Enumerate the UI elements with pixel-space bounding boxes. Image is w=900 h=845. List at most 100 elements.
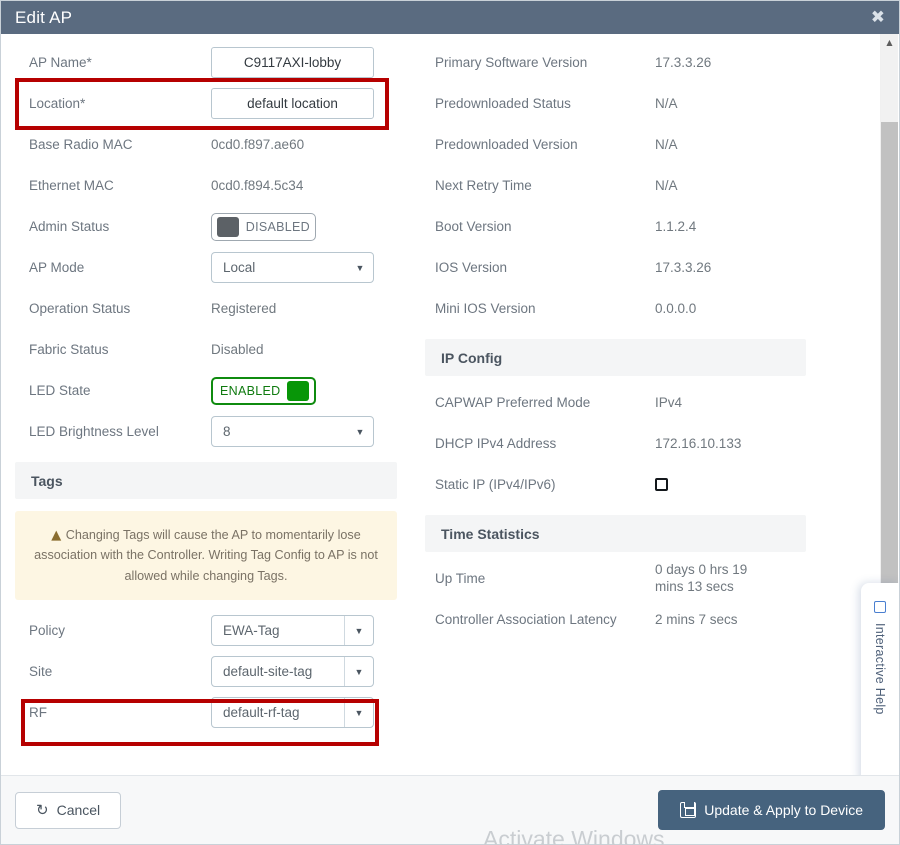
cancel-button[interactable]: ↻ Cancel bbox=[15, 791, 122, 829]
capwap-preferred-mode-value: IPv4 bbox=[655, 395, 683, 410]
field-ap-name: AP Name* bbox=[1, 42, 411, 83]
fabric-status-value: Disabled bbox=[211, 342, 264, 357]
rf-select[interactable]: default-rf-tag ▼ bbox=[211, 697, 374, 729]
toggle-knob-icon bbox=[217, 216, 239, 237]
field-capwap-preferred-mode: CAPWAP Preferred Mode IPv4 bbox=[411, 382, 866, 423]
field-boot-version: Boot Version 1.1.2.4 bbox=[411, 206, 866, 247]
boot-version-label: Boot Version bbox=[435, 219, 512, 234]
rf-label: RF bbox=[29, 705, 47, 721]
predownloaded-version-label: Predownloaded Version bbox=[435, 137, 578, 152]
operation-status-value: Registered bbox=[211, 301, 277, 316]
cancel-button-label: Cancel bbox=[56, 802, 101, 818]
location-label: Location* bbox=[29, 96, 86, 111]
led-state-label: LED State bbox=[29, 383, 91, 398]
field-next-retry-time: Next Retry Time N/A bbox=[411, 165, 866, 206]
admin-status-label: Admin Status bbox=[29, 219, 110, 234]
section-time-statistics: Time Statistics bbox=[425, 515, 806, 552]
primary-software-version-value: 17.3.3.26 bbox=[655, 55, 712, 70]
chevron-down-icon: ▼ bbox=[344, 698, 373, 728]
led-brightness-value: 8 bbox=[223, 424, 231, 439]
base-radio-mac-value: 0cd0.f897.ae60 bbox=[211, 137, 305, 152]
led-state-value: ENABLED bbox=[220, 383, 281, 398]
ap-name-input[interactable] bbox=[211, 47, 374, 78]
interactive-help-tab[interactable]: Interactive Help bbox=[861, 583, 899, 775]
field-site: Site default-site-tag ▼ bbox=[1, 651, 411, 692]
field-primary-software-version: Primary Software Version 17.3.3.26 bbox=[411, 42, 866, 83]
field-static-ip: Static IP (IPv4/IPv6) bbox=[411, 464, 866, 505]
policy-label: Policy bbox=[29, 623, 66, 639]
field-predownloaded-version: Predownloaded Version N/A bbox=[411, 124, 866, 165]
ap-mode-value: Local bbox=[223, 260, 256, 275]
scroll-up-icon[interactable]: ▲ bbox=[881, 34, 898, 51]
ios-version-label: IOS Version bbox=[435, 260, 508, 275]
modal-header: Edit AP ✖ bbox=[1, 1, 899, 34]
chevron-down-icon: ▼ bbox=[355, 426, 365, 437]
base-radio-mac-label: Base Radio MAC bbox=[29, 137, 133, 152]
predownloaded-status-label: Predownloaded Status bbox=[435, 96, 571, 111]
field-led-brightness: LED Brightness Level 8 ▼ bbox=[1, 411, 411, 452]
tags-section-title: Tags bbox=[31, 472, 63, 489]
primary-software-version-label: Primary Software Version bbox=[435, 55, 588, 70]
close-icon[interactable]: ✖ bbox=[871, 9, 885, 26]
boot-version-value: 1.1.2.4 bbox=[655, 219, 697, 234]
toggle-knob-icon bbox=[287, 380, 309, 401]
ethernet-mac-value: 0cd0.f894.5c34 bbox=[211, 178, 304, 193]
field-fabric-status: Fabric Status Disabled bbox=[1, 329, 411, 370]
field-base-radio-mac: Base Radio MAC 0cd0.f897.ae60 bbox=[1, 124, 411, 165]
field-ios-version: IOS Version 17.3.3.26 bbox=[411, 247, 866, 288]
site-value: default-site-tag bbox=[223, 664, 313, 680]
chevron-down-icon: ▼ bbox=[344, 616, 373, 646]
static-ip-checkbox[interactable] bbox=[655, 478, 668, 491]
field-ethernet-mac: Ethernet MAC 0cd0.f894.5c34 bbox=[1, 165, 411, 206]
left-column: AP Name* Location* Base Radio MAC 0cd0.f… bbox=[1, 34, 411, 775]
field-predownloaded-status: Predownloaded Status N/A bbox=[411, 83, 866, 124]
ap-mode-select[interactable]: Local ▼ bbox=[211, 252, 374, 283]
admin-status-value: DISABLED bbox=[245, 219, 310, 234]
admin-status-toggle[interactable]: DISABLED bbox=[211, 212, 316, 241]
mini-ios-version-label: Mini IOS Version bbox=[435, 301, 536, 316]
ios-version-value: 17.3.3.26 bbox=[655, 260, 712, 275]
predownloaded-version-value: N/A bbox=[655, 137, 678, 152]
controller-association-latency-label: Controller Association Latency bbox=[435, 612, 617, 627]
site-select[interactable]: default-site-tag ▼ bbox=[211, 656, 374, 688]
controller-association-latency-value: 2 mins 7 secs bbox=[655, 612, 738, 627]
ip-config-section-title: IP Config bbox=[441, 349, 503, 366]
policy-select[interactable]: EWA-Tag ▼ bbox=[211, 615, 374, 647]
section-ip-config: IP Config bbox=[425, 339, 806, 376]
up-time-label: Up Time bbox=[435, 571, 486, 586]
static-ip-label: Static IP (IPv4/IPv6) bbox=[435, 477, 556, 492]
led-state-toggle[interactable]: ENABLED bbox=[211, 376, 316, 405]
led-brightness-select[interactable]: 8 ▼ bbox=[211, 416, 374, 447]
ap-name-label: AP Name* bbox=[29, 55, 92, 70]
help-square-icon bbox=[874, 601, 886, 613]
location-input[interactable] bbox=[211, 88, 374, 119]
update-apply-button[interactable]: Update & Apply to Device bbox=[658, 790, 885, 830]
field-policy: Policy EWA-Tag ▼ bbox=[1, 610, 411, 651]
update-apply-button-label: Update & Apply to Device bbox=[704, 802, 863, 818]
undo-icon: ↻ bbox=[36, 801, 49, 819]
modal-footer: ↻ Cancel Activate Windows Go to System i… bbox=[1, 776, 899, 845]
field-mini-ios-version: Mini IOS Version 0.0.0.0 bbox=[411, 288, 866, 329]
next-retry-time-value: N/A bbox=[655, 178, 678, 193]
field-dhcp-ipv4-address: DHCP IPv4 Address 172.16.10.133 bbox=[411, 423, 866, 464]
chevron-down-icon: ▼ bbox=[355, 262, 365, 273]
field-admin-status: Admin Status DISABLED bbox=[1, 206, 411, 247]
field-rf: RF default-rf-tag ▼ bbox=[1, 692, 411, 733]
field-ap-mode: AP Mode Local ▼ bbox=[1, 247, 411, 288]
fabric-status-label: Fabric Status bbox=[29, 342, 109, 357]
field-up-time: Up Time 0 days 0 hrs 19 mins 13 secs bbox=[411, 558, 866, 599]
field-operation-status: Operation Status Registered bbox=[1, 288, 411, 329]
rf-value: default-rf-tag bbox=[223, 705, 300, 721]
field-location: Location* bbox=[1, 83, 411, 124]
dhcp-ipv4-address-label: DHCP IPv4 Address bbox=[435, 436, 557, 451]
field-led-state: LED State ENABLED bbox=[1, 370, 411, 411]
section-tags: Tags bbox=[15, 462, 397, 499]
interactive-help-label: Interactive Help bbox=[873, 623, 887, 715]
time-statistics-section-title: Time Statistics bbox=[441, 525, 540, 542]
tags-warning-text: Changing Tags will cause the AP to momen… bbox=[34, 528, 378, 583]
save-icon bbox=[680, 802, 697, 818]
edit-ap-modal: Edit AP ✖ AP Name* Location* Base Radio … bbox=[0, 0, 900, 845]
ap-mode-label: AP Mode bbox=[29, 260, 85, 275]
field-controller-association-latency: Controller Association Latency 2 mins 7 … bbox=[411, 599, 866, 640]
warning-triangle-icon: ▲ bbox=[51, 528, 62, 543]
